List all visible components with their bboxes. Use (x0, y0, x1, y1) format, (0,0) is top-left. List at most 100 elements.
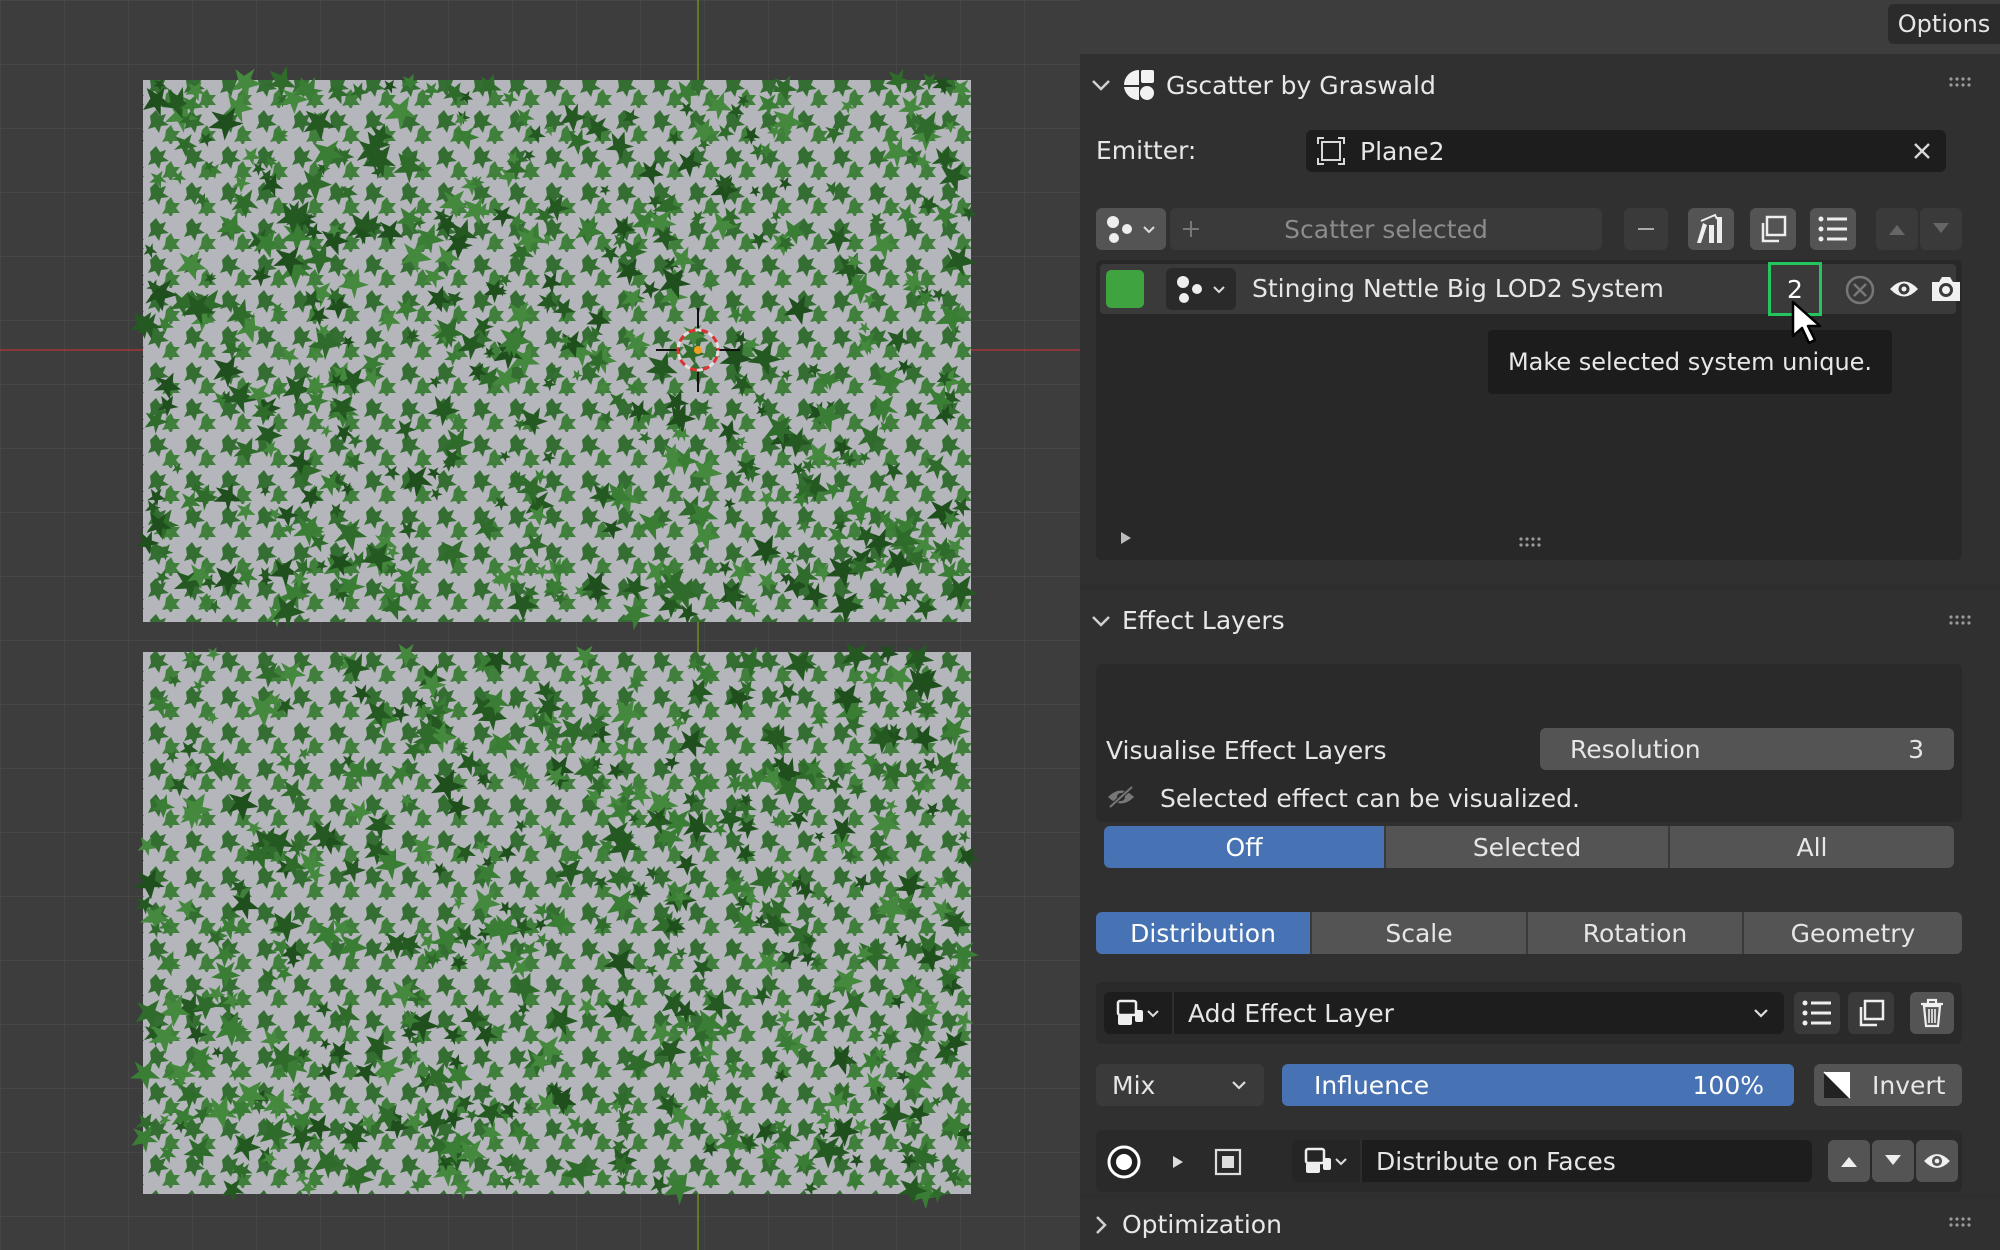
radio-icon[interactable] (1106, 1144, 1142, 1180)
system-row[interactable]: Stinging Nettle Big LOD2 System 2 (1100, 262, 1960, 316)
mouse-cursor-icon (1791, 300, 1822, 345)
effect-layer-type[interactable] (1104, 992, 1174, 1034)
add-effect-layer-dropdown[interactable]: Add Effect Layer (1104, 992, 1784, 1034)
list-icon (1818, 216, 1847, 242)
effect-layers-section: Effect Layers Visualise Effect Layers Re… (1080, 590, 2000, 1194)
emitter-value: Plane2 (1360, 136, 1445, 166)
chevron-right-icon (1096, 1215, 1107, 1234)
minus-icon (1638, 228, 1654, 230)
effect-layer-icon (1304, 1147, 1331, 1173)
layer-type-dropdown[interactable] (1292, 1140, 1362, 1182)
options-button[interactable]: Options (1888, 4, 2000, 44)
particle-system-icon (1177, 276, 1202, 303)
tab-rotation[interactable]: Rotation (1528, 912, 1744, 954)
layer-visibility-button[interactable] (1916, 1140, 1958, 1182)
system-list[interactable]: Stinging Nettle Big LOD2 System 2 Make s… (1096, 260, 1962, 560)
arrow-down-icon (1933, 223, 1949, 233)
mode-selected[interactable]: Selected (1386, 826, 1670, 868)
camera-icon[interactable] (1930, 274, 1962, 304)
layer-list-button[interactable] (1794, 992, 1840, 1034)
play-icon[interactable] (1118, 530, 1134, 546)
invert-label: Invert (1872, 1070, 1946, 1100)
optimization-header[interactable]: Optimization (1090, 1210, 1282, 1239)
visualise-mode-toggle[interactable]: Off Selected All (1104, 826, 1954, 868)
scatter-selected-button[interactable]: Scatter selected (1170, 208, 1602, 250)
effect-tabs[interactable]: Distribution Scale Rotation Geometry (1096, 912, 1962, 954)
chevron-down-icon (1754, 1009, 1768, 1018)
blend-mode-dropdown[interactable]: Mix (1096, 1064, 1264, 1106)
remove-system-button[interactable] (1624, 208, 1668, 250)
chevron-down-icon (1092, 80, 1110, 91)
effect-layer-icon (1116, 999, 1143, 1025)
3d-viewport[interactable] (0, 0, 1080, 1250)
particle-system-icon (1107, 216, 1132, 243)
chevron-down-icon (1213, 286, 1225, 294)
resolution-field[interactable]: Resolution 3 (1540, 728, 1954, 770)
tab-distribution[interactable]: Distribution (1096, 912, 1312, 954)
blend-mode-value: Mix (1112, 1070, 1156, 1100)
arrow-up-icon (1841, 1157, 1857, 1167)
object-icon (1317, 137, 1345, 165)
add-effect-layer-label: Add Effect Layer (1188, 998, 1394, 1028)
layer-copy-button[interactable] (1848, 992, 1894, 1034)
list-button[interactable] (1810, 208, 1856, 250)
scatter-selected-label: Scatter selected (1284, 214, 1488, 244)
trash-icon (1921, 998, 1943, 1028)
gscatter-logo-icon (1124, 70, 1154, 101)
mode-all[interactable]: All (1670, 826, 1954, 868)
particle-type-dropdown[interactable] (1096, 208, 1166, 250)
play-icon[interactable] (1170, 1154, 1186, 1170)
move-down-button[interactable] (1920, 208, 1962, 250)
properties-panel: Gscatter by Graswald Emitter: Plane2 Sca… (1080, 54, 2000, 1250)
layer-delete-button[interactable] (1910, 992, 1954, 1034)
influence-label: Influence (1314, 1071, 1430, 1100)
mode-off[interactable]: Off (1104, 826, 1386, 868)
layer-name-field[interactable]: Distribute on Faces (1292, 1140, 1812, 1182)
eye-icon[interactable] (1888, 276, 1920, 302)
viewport-canvas (0, 0, 1080, 1250)
info-text: Selected effect can be visualized. (1160, 784, 1580, 813)
copy-icon (1859, 999, 1885, 1027)
gscatter-section: Gscatter by Graswald Emitter: Plane2 Sca… (1080, 54, 2000, 584)
layer-up-button[interactable] (1828, 1140, 1870, 1182)
bars-button[interactable] (1688, 208, 1734, 250)
resolution-label: Resolution (1570, 734, 1701, 764)
arrow-up-icon (1889, 225, 1905, 235)
checkbox-icon[interactable] (1214, 1148, 1242, 1176)
gscatter-header[interactable]: Gscatter by Graswald (1090, 68, 1436, 102)
list-icon (1802, 1000, 1831, 1026)
effect-layers-header[interactable]: Effect Layers (1090, 606, 1285, 635)
close-icon[interactable] (1912, 141, 1932, 161)
layer-name: Distribute on Faces (1376, 1146, 1616, 1176)
move-up-button[interactable] (1876, 208, 1918, 250)
visualise-label: Visualise Effect Layers (1106, 736, 1387, 765)
chevron-down-icon (1335, 1158, 1347, 1166)
chevron-down-icon (1147, 1010, 1159, 1018)
invert-icon (1823, 1071, 1851, 1099)
effect-layers-title: Effect Layers (1122, 606, 1285, 635)
tooltip: Make selected system unique. (1488, 330, 1892, 394)
chevron-down-icon (1092, 615, 1110, 627)
invert-button[interactable]: Invert (1814, 1064, 1962, 1106)
system-type-dropdown[interactable] (1166, 268, 1236, 310)
copy-button[interactable] (1750, 208, 1796, 250)
grip-handle-icon[interactable] (1948, 76, 1972, 88)
system-name[interactable]: Stinging Nettle Big LOD2 System (1252, 274, 1664, 303)
influence-slider[interactable]: Influence 100% (1282, 1064, 1794, 1106)
tab-geometry[interactable]: Geometry (1744, 912, 1962, 954)
system-color-swatch[interactable] (1106, 270, 1144, 308)
hidden-eye-icon (1108, 785, 1134, 809)
optimization-section: Optimization (1080, 1198, 2000, 1250)
resolution-value: 3 (1908, 734, 1924, 764)
tab-scale[interactable]: Scale (1312, 912, 1528, 954)
emitter-field[interactable]: Plane2 (1306, 130, 1946, 172)
grip-handle-icon[interactable] (1948, 1216, 1972, 1228)
chevron-down-icon (1232, 1081, 1246, 1090)
copy-icon (1761, 215, 1787, 243)
grip-handle-icon[interactable] (1948, 614, 1972, 626)
gscatter-title: Gscatter by Graswald (1166, 70, 1436, 100)
disable-icon[interactable] (1844, 274, 1876, 306)
emitter-label: Emitter: (1096, 136, 1197, 165)
layer-down-button[interactable] (1872, 1140, 1914, 1182)
resize-handle-icon[interactable] (1518, 536, 1542, 548)
